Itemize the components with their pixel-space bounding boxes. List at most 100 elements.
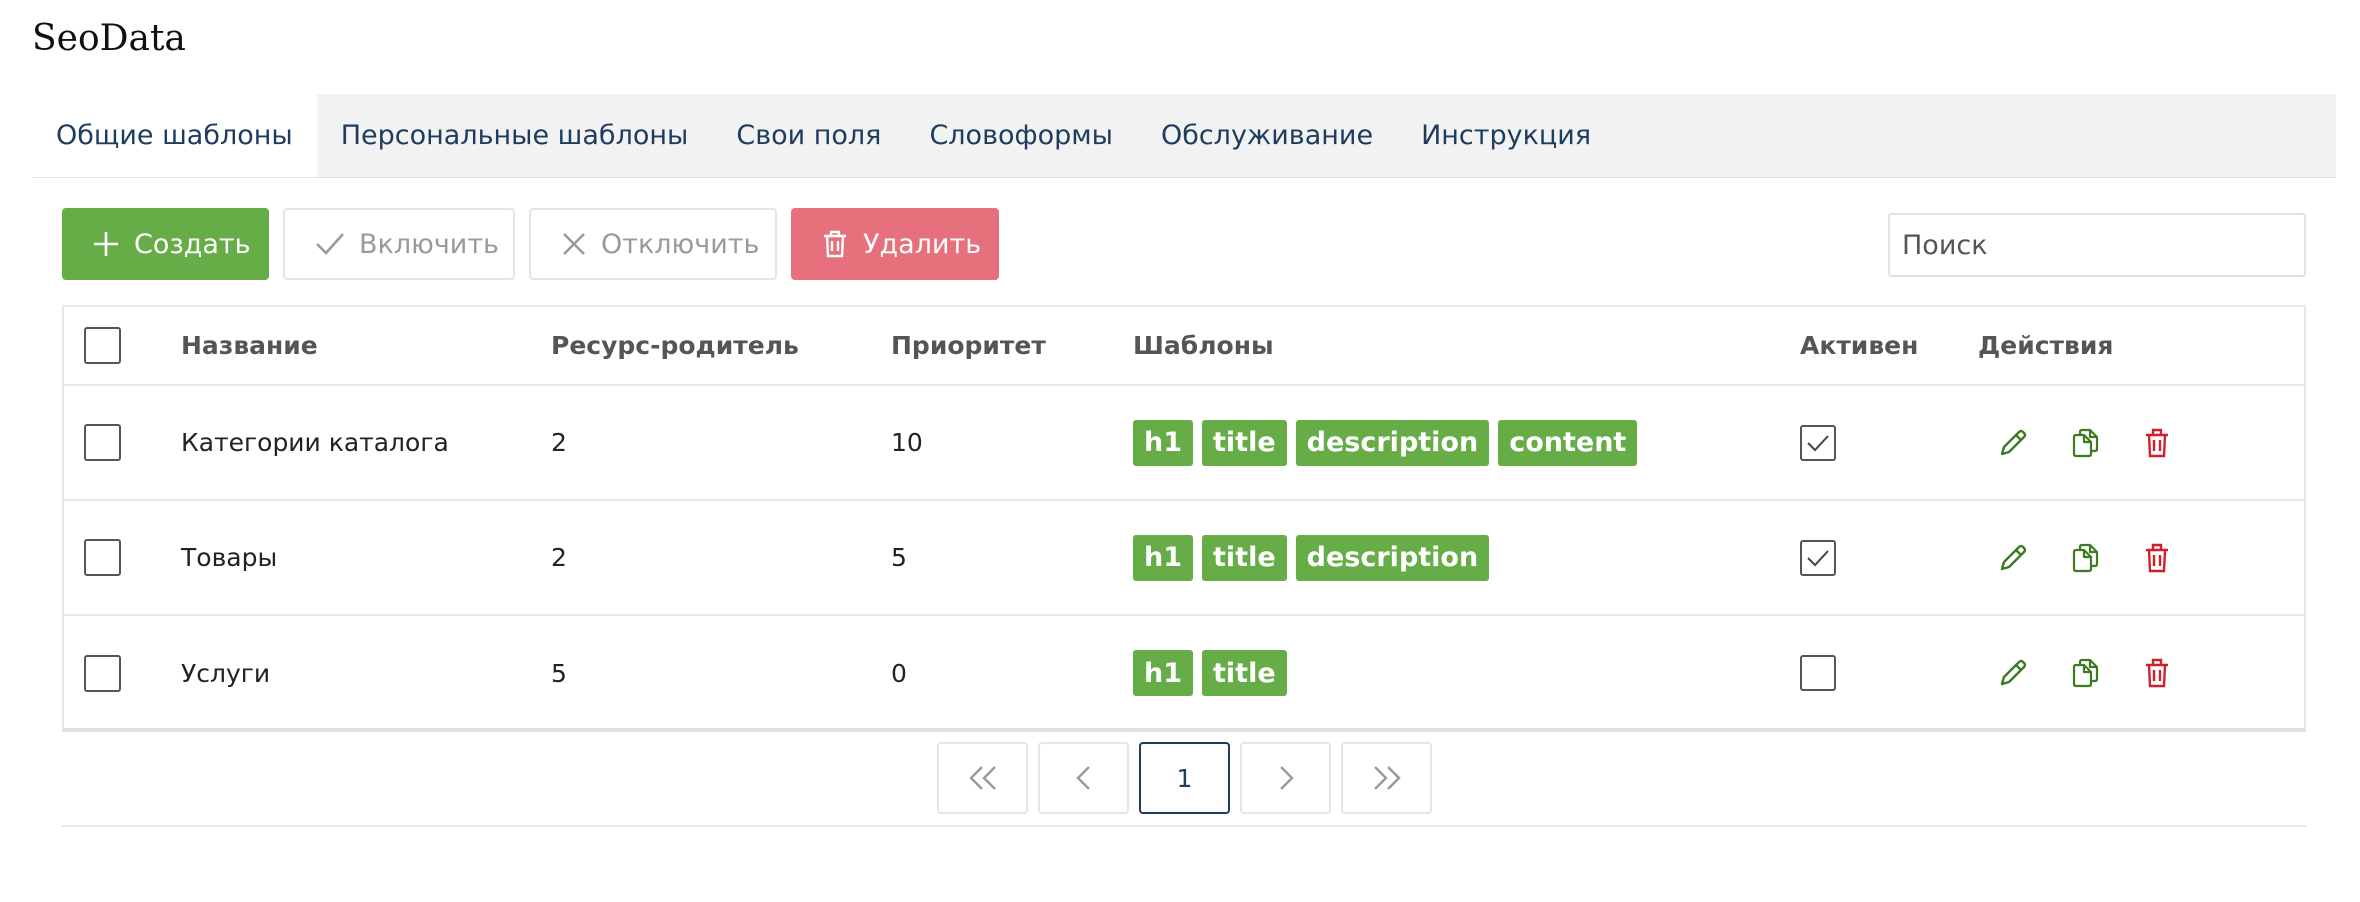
search-input[interactable] xyxy=(1888,213,2306,277)
table-row: Услуги 5 0 h1 title xyxy=(64,616,2304,730)
template-tag-title: title xyxy=(1202,650,1287,696)
copy-icon xyxy=(2072,543,2098,572)
first-page-button[interactable] xyxy=(937,742,1028,814)
row-select-checkbox[interactable] xyxy=(84,539,121,576)
tab-general-templates[interactable]: Общие шаблоны xyxy=(32,94,317,177)
tab-bar: Общие шаблоны Персональные шаблоны Свои … xyxy=(32,94,2336,178)
row-active-cell xyxy=(1800,616,1836,730)
template-tag-title: title xyxy=(1202,534,1287,581)
check-icon xyxy=(1807,549,1829,566)
column-header-templates: Шаблоны xyxy=(1133,331,1274,360)
row-priority: 0 xyxy=(891,658,907,688)
pagination: 1 xyxy=(937,742,1432,814)
delete-row-button[interactable] xyxy=(2138,424,2175,461)
row-select-checkbox[interactable] xyxy=(84,654,121,692)
enable-button[interactable]: Включить xyxy=(283,208,515,280)
disable-button[interactable]: Отключить xyxy=(529,208,777,280)
trash-icon xyxy=(2145,543,2168,572)
chevron-left-icon xyxy=(1075,766,1090,790)
plus-icon xyxy=(94,232,118,256)
duplicate-button[interactable] xyxy=(2066,424,2103,461)
create-button[interactable]: Создать xyxy=(62,208,269,280)
row-parent: 2 xyxy=(551,428,567,457)
create-button-label: Создать xyxy=(134,228,251,260)
edit-button[interactable] xyxy=(1994,655,2031,692)
disable-button-label: Отключить xyxy=(601,228,760,260)
row-select-cell xyxy=(84,616,121,730)
tab-maintenance[interactable]: Обслуживание xyxy=(1137,94,1397,177)
tab-instructions[interactable]: Инструкция xyxy=(1397,94,1615,177)
edit-button[interactable] xyxy=(1994,424,2031,461)
column-header-actions: Действия xyxy=(1978,331,2114,360)
row-actions xyxy=(1994,386,2175,499)
select-all-checkbox[interactable] xyxy=(84,327,121,364)
close-icon xyxy=(563,233,585,255)
trash-icon xyxy=(824,230,846,258)
delete-row-button[interactable] xyxy=(2138,655,2175,692)
table-header-row: Название Ресурс-родитель Приоритет Шабло… xyxy=(64,307,2304,386)
enable-button-label: Включить xyxy=(359,228,499,260)
double-chevron-left-icon xyxy=(968,766,996,790)
copy-icon xyxy=(2072,658,2098,688)
row-name: Товары xyxy=(181,543,278,572)
template-tag-title: title xyxy=(1202,419,1287,466)
select-all-cell xyxy=(84,307,121,384)
tab-personal-templates[interactable]: Персональные шаблоны xyxy=(317,94,713,177)
page-button-current[interactable]: 1 xyxy=(1139,742,1230,814)
tab-custom-fields[interactable]: Свои поля xyxy=(712,94,905,177)
row-select-cell xyxy=(84,386,121,499)
row-priority: 10 xyxy=(891,428,923,457)
pencil-icon xyxy=(2000,659,2026,686)
row-name: Категории каталога xyxy=(181,428,449,457)
edit-button[interactable] xyxy=(1994,539,2031,576)
delete-button[interactable]: Удалить xyxy=(791,208,999,280)
next-page-button[interactable] xyxy=(1240,742,1331,814)
row-priority: 5 xyxy=(891,543,907,572)
template-tag-h1: h1 xyxy=(1133,419,1194,466)
column-header-priority[interactable]: Приоритет xyxy=(891,307,1046,384)
row-actions xyxy=(1994,616,2175,730)
row-actions xyxy=(1994,501,2175,614)
active-checkbox-checked[interactable] xyxy=(1800,539,1836,576)
delete-button-label: Удалить xyxy=(863,228,982,260)
trash-icon xyxy=(2145,428,2168,457)
template-tag-h1: h1 xyxy=(1133,650,1194,696)
footer-divider xyxy=(62,825,2306,827)
row-select-checkbox[interactable] xyxy=(84,424,121,461)
template-tag-h1: h1 xyxy=(1133,534,1194,581)
column-header-active[interactable]: Активен xyxy=(1800,307,1918,384)
table-row: Товары 2 5 h1 title description xyxy=(64,501,2304,616)
row-templates: h1 title description content xyxy=(1133,386,1638,499)
row-select-cell xyxy=(84,501,121,614)
column-header-name[interactable]: Название xyxy=(181,307,318,384)
app-title: SeoData xyxy=(32,18,186,59)
check-icon xyxy=(316,233,344,255)
row-parent: 2 xyxy=(551,543,567,572)
duplicate-button[interactable] xyxy=(2066,539,2103,576)
templates-table: Название Ресурс-родитель Приоритет Шабло… xyxy=(62,305,2306,732)
active-checkbox-checked[interactable] xyxy=(1800,424,1836,461)
delete-row-button[interactable] xyxy=(2138,539,2175,576)
last-page-button[interactable] xyxy=(1341,742,1432,814)
table-row: Категории каталога 2 10 h1 title descrip… xyxy=(64,386,2304,501)
template-tag-description: description xyxy=(1295,419,1490,466)
tab-word-forms[interactable]: Словоформы xyxy=(905,94,1137,177)
copy-icon xyxy=(2072,428,2098,457)
row-templates: h1 title description xyxy=(1133,501,1490,614)
active-checkbox-unchecked[interactable] xyxy=(1800,655,1836,691)
template-tag-description: description xyxy=(1295,534,1490,581)
pencil-icon xyxy=(2000,429,2026,455)
toolbar: Создать Включить Отключить Удалить xyxy=(62,208,999,280)
duplicate-button[interactable] xyxy=(2066,655,2103,692)
row-active-cell xyxy=(1800,501,1836,614)
prev-page-button[interactable] xyxy=(1038,742,1129,814)
check-icon xyxy=(1807,434,1829,451)
row-name: Услуги xyxy=(181,658,271,688)
chevron-right-icon xyxy=(1279,766,1294,790)
pencil-icon xyxy=(2000,544,2026,570)
row-parent: 5 xyxy=(551,658,567,688)
row-templates: h1 title xyxy=(1133,616,1287,730)
double-chevron-right-icon xyxy=(1373,766,1401,790)
template-tag-content: content xyxy=(1498,419,1638,466)
column-header-parent[interactable]: Ресурс-родитель xyxy=(551,307,799,384)
